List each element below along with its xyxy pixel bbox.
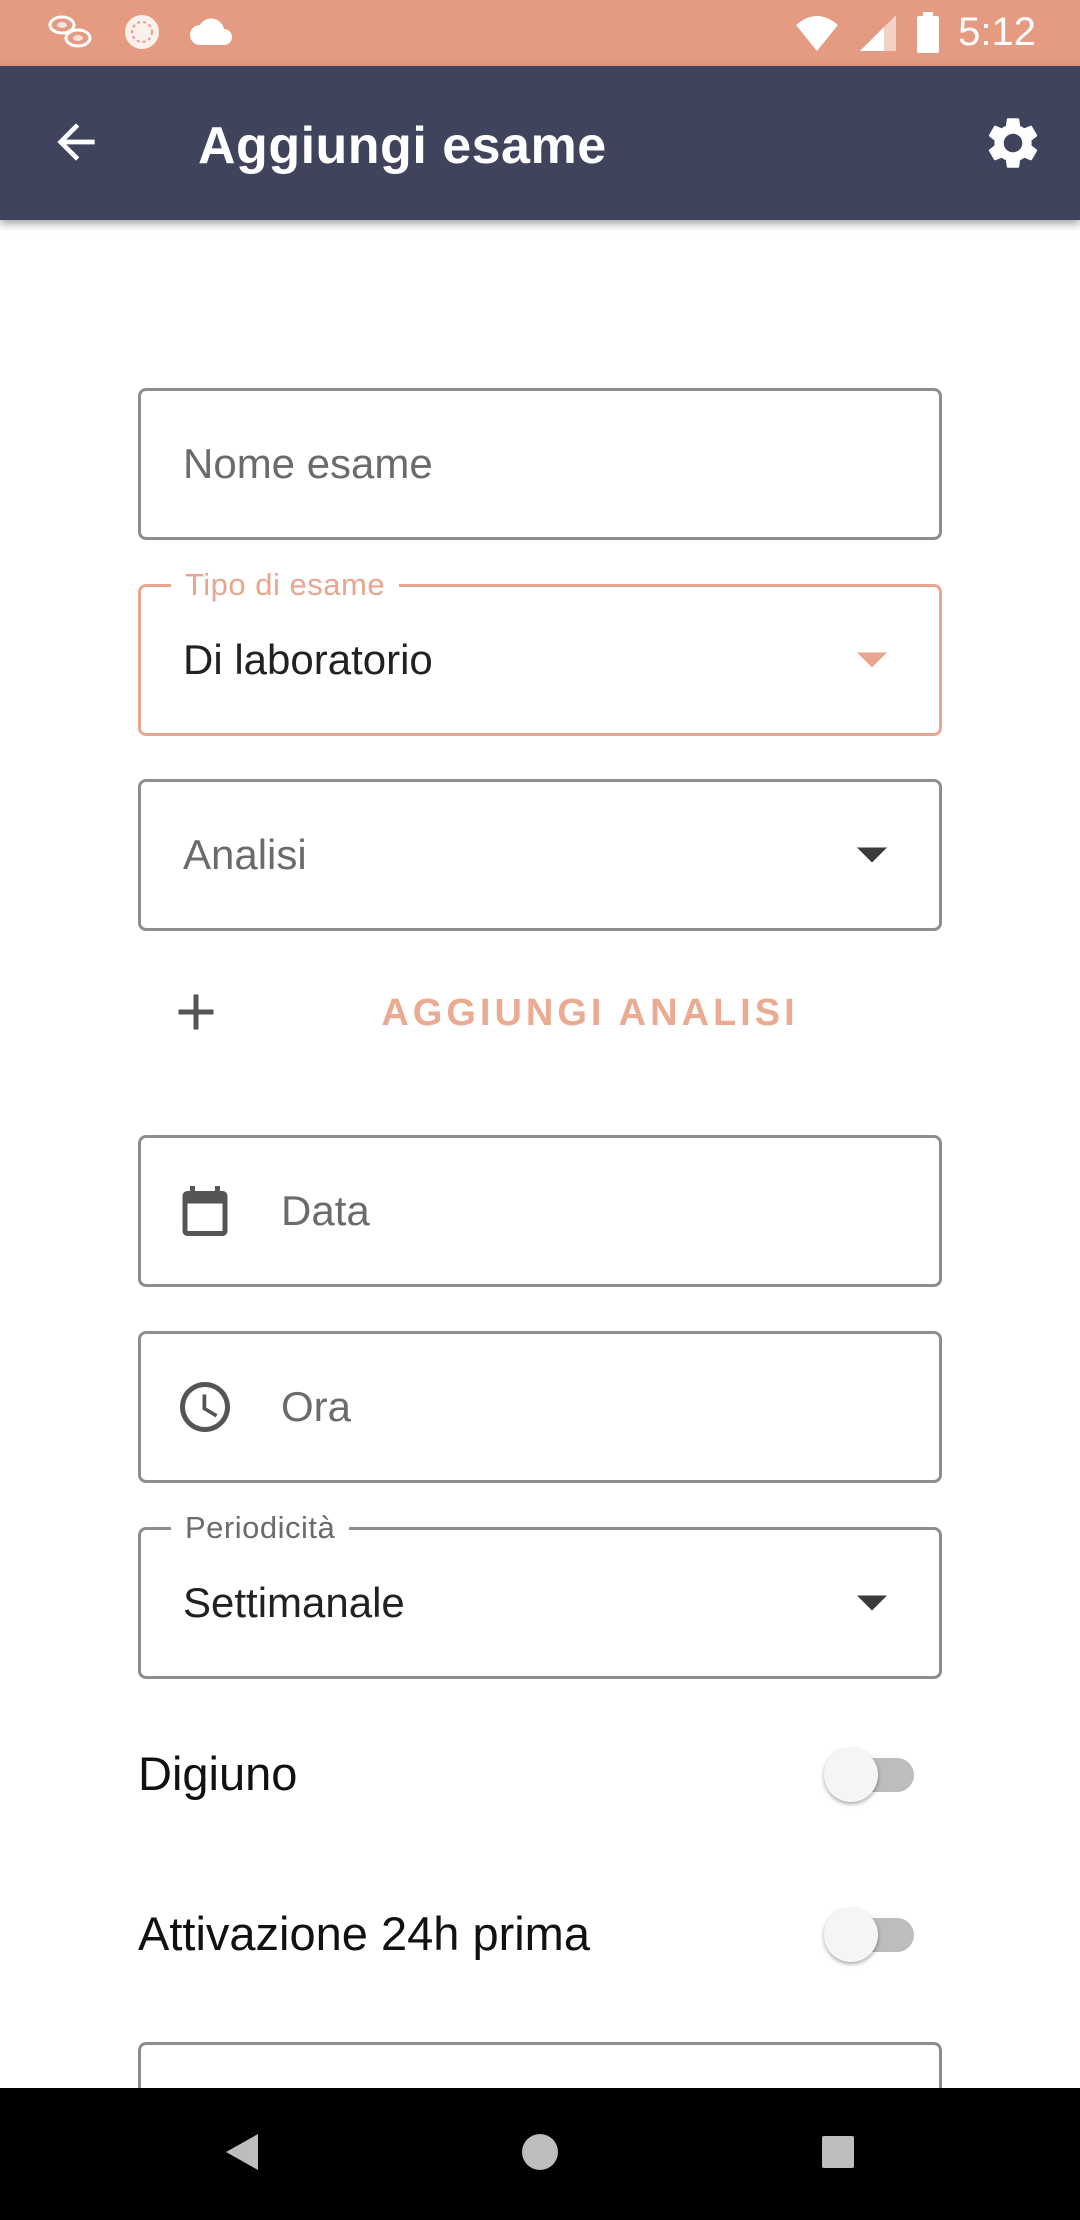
calendar-icon <box>182 1186 228 1236</box>
digiuno-toggle[interactable] <box>824 1748 914 1802</box>
periodicita-label: Periodicità <box>171 1510 350 1546</box>
clock-icon <box>180 1382 230 1432</box>
page-title: Aggiungi esame <box>198 117 607 175</box>
digiuno-label: Digiuno <box>138 1747 298 1800</box>
wifi-icon <box>796 15 839 51</box>
tipo-esame-select[interactable]: Tipo di esame Di laboratorio <box>138 567 942 736</box>
attivazione-toggle[interactable] <box>824 1908 914 1962</box>
status-time: 5:12 <box>958 10 1036 54</box>
digiuno-row: Digiuno <box>138 1734 942 1814</box>
blood-cells-icon <box>48 15 92 48</box>
pill-icon <box>125 15 159 49</box>
dropdown-arrow-icon <box>857 847 887 863</box>
tipo-esame-label: Tipo di esame <box>171 567 400 603</box>
ora-placeholder: Ora <box>281 1383 352 1430</box>
battery-icon <box>917 11 940 53</box>
back-arrow-icon[interactable] <box>48 114 104 170</box>
nav-recents-icon[interactable] <box>818 2130 858 2174</box>
analisi-placeholder: Analisi <box>183 831 307 878</box>
attivazione-row: Attivazione 24h prima <box>138 1894 942 1974</box>
gear-icon[interactable] <box>982 112 1044 174</box>
add-analisi-label: AGGIUNGI ANALISI <box>381 992 799 1034</box>
periodicita-value: Settimanale <box>183 1579 405 1626</box>
analisi-select[interactable]: Analisi <box>138 779 942 931</box>
toggle-thumb <box>824 1908 878 1962</box>
nome-esame-placeholder: Nome esame <box>183 440 433 487</box>
add-analisi-button[interactable]: AGGIUNGI ANALISI <box>138 962 942 1062</box>
toggle-thumb <box>824 1748 878 1802</box>
nome-esame-input[interactable]: Nome esame <box>138 388 942 540</box>
nav-home-icon[interactable] <box>520 2130 560 2174</box>
attivazione-label: Attivazione 24h prima <box>138 1907 590 1960</box>
signal-icon <box>860 14 897 51</box>
navigation-bar <box>0 2088 1080 2220</box>
periodicita-select[interactable]: Periodicità Settimanale <box>138 1510 942 1679</box>
nav-back-icon[interactable] <box>222 2130 262 2174</box>
app-bar: Aggiungi esame <box>0 66 1080 220</box>
dropdown-arrow-icon <box>857 652 887 668</box>
ora-input[interactable]: Ora <box>138 1331 942 1483</box>
data-placeholder: Data <box>281 1187 370 1234</box>
cloud-icon <box>190 18 232 45</box>
data-input[interactable]: Data <box>138 1135 942 1287</box>
dropdown-arrow-icon <box>857 1595 887 1611</box>
tipo-esame-value: Di laboratorio <box>183 636 433 683</box>
status-bar: 5:12 <box>0 0 1080 66</box>
